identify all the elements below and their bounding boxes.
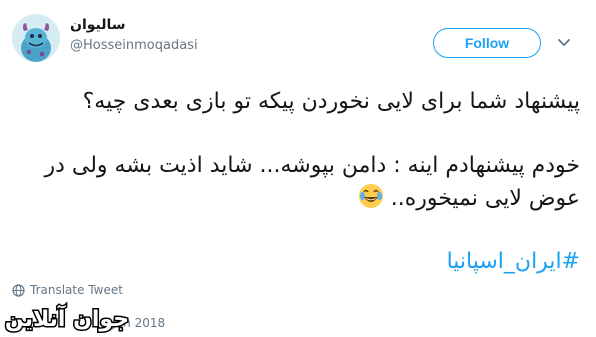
chevron-down-icon[interactable]: [557, 37, 571, 49]
tweet-text-segment: عوض لایی نمیخوره..: [390, 186, 580, 211]
laughing-emoji-icon: [358, 184, 383, 208]
watermark-logo: جوان آنلاین: [3, 303, 130, 334]
user-handle[interactable]: @Hosseinmoqadasi: [70, 38, 198, 53]
display-name[interactable]: سالیوان: [70, 17, 126, 33]
hashtag-link[interactable]: #ایران_اسپانیا: [20, 246, 580, 278]
tweet-text-line: خودم پیشنهادم اینه : دامن بپوشه... شاید …: [44, 153, 580, 178]
translate-label: Translate Tweet: [30, 283, 123, 297]
svg-text:جوان آنلاین: جوان آنلاین: [5, 304, 129, 332]
tweet-text-line: پیشنهاد شما برای لایی نخوردن پیکه تو باز…: [82, 89, 580, 114]
tweet-text-line: عوض لایی نمیخوره..: [20, 183, 580, 215]
follow-button[interactable]: Follow: [433, 28, 541, 58]
globe-icon: [12, 283, 25, 297]
translate-tweet-link[interactable]: Translate Tweet: [12, 283, 123, 297]
avatar[interactable]: [12, 14, 60, 62]
